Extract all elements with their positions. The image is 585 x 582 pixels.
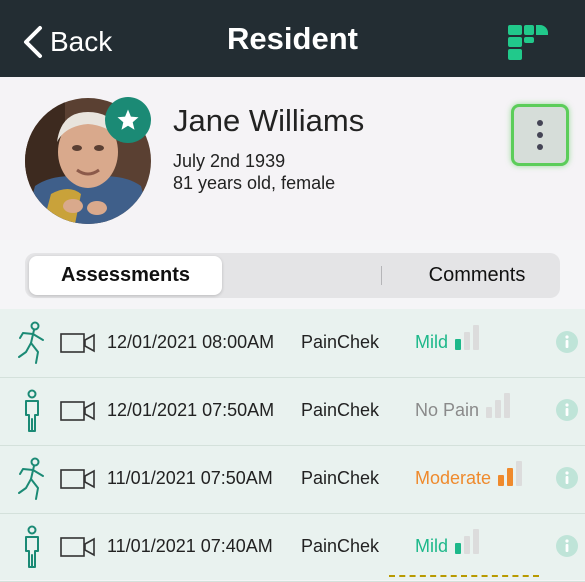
info-icon[interactable] xyxy=(555,466,579,490)
assessment-row[interactable]: 12/01/2021 07:50AM PainChek No Pain xyxy=(0,377,585,446)
navigation-bar: Back Resident xyxy=(0,0,585,77)
standing-person-icon xyxy=(14,389,50,433)
bottom-divider xyxy=(389,575,539,577)
assessment-tool: PainChek xyxy=(301,468,380,488)
back-label: Back xyxy=(50,26,113,57)
resident-age-gender: 81 years old, female xyxy=(173,173,336,193)
pain-level-label: Moderate xyxy=(415,468,492,488)
assessment-datetime: 12/01/2021 08:00AM xyxy=(107,332,275,352)
video-camera-icon xyxy=(60,400,96,422)
info-icon[interactable] xyxy=(555,398,579,422)
assessment-row[interactable]: 12/01/2021 08:00AM PainChek Mild xyxy=(0,309,585,378)
info-icon[interactable] xyxy=(555,534,579,558)
assessment-row[interactable]: 11/01/2021 07:40AM PainChek Mild xyxy=(0,513,585,582)
resident-name: Jane Williams xyxy=(173,103,365,138)
assessment-row[interactable]: 11/01/2021 07:50AM PainChek Moderate xyxy=(0,445,585,514)
assessment-datetime: 12/01/2021 07:50AM xyxy=(107,400,275,420)
pain-level-bars-icon xyxy=(495,459,531,487)
chevron-left-icon xyxy=(24,26,42,58)
favorite-badge xyxy=(105,97,151,143)
pain-level-bars-icon xyxy=(452,323,488,351)
video-camera-icon xyxy=(60,332,96,354)
tab-assessments[interactable]: Assessments xyxy=(29,256,222,295)
moving-person-icon xyxy=(14,457,50,501)
pain-level-label: Mild xyxy=(415,536,449,556)
back-button[interactable]: Back xyxy=(22,24,112,60)
assessment-list: 12/01/2021 08:00AM PainChek Mild 12/01/2021… xyxy=(0,309,585,582)
assessment-tool: PainChek xyxy=(301,332,380,352)
assessment-tool: PainChek xyxy=(301,400,380,420)
moving-person-icon xyxy=(14,321,50,365)
more-vertical-icon xyxy=(537,120,543,126)
resident-profile: Jane Williams July 2nd 1939 81 years old… xyxy=(0,77,585,240)
assessment-datetime: 11/01/2021 07:40AM xyxy=(107,536,273,556)
resident-dob: July 2nd 1939 xyxy=(173,151,286,171)
segment-divider xyxy=(381,266,382,285)
video-camera-icon xyxy=(60,468,96,490)
standing-person-icon xyxy=(14,525,50,569)
pain-level-bars-icon xyxy=(483,391,519,419)
star-icon xyxy=(117,109,139,130)
pain-level-label: No Pain xyxy=(415,400,480,420)
assessment-tool: PainChek xyxy=(301,536,380,556)
pain-level-label: Mild xyxy=(415,332,449,352)
info-icon[interactable] xyxy=(555,330,579,354)
tab-comments[interactable]: Comments xyxy=(394,256,560,295)
pain-level-bars-icon xyxy=(452,527,488,555)
assessment-datetime: 11/01/2021 07:50AM xyxy=(107,468,273,488)
segmented-control: Assessments Comments xyxy=(25,253,560,298)
more-options-button[interactable] xyxy=(511,104,569,166)
video-camera-icon xyxy=(60,536,96,558)
app-logo-icon xyxy=(508,25,548,60)
